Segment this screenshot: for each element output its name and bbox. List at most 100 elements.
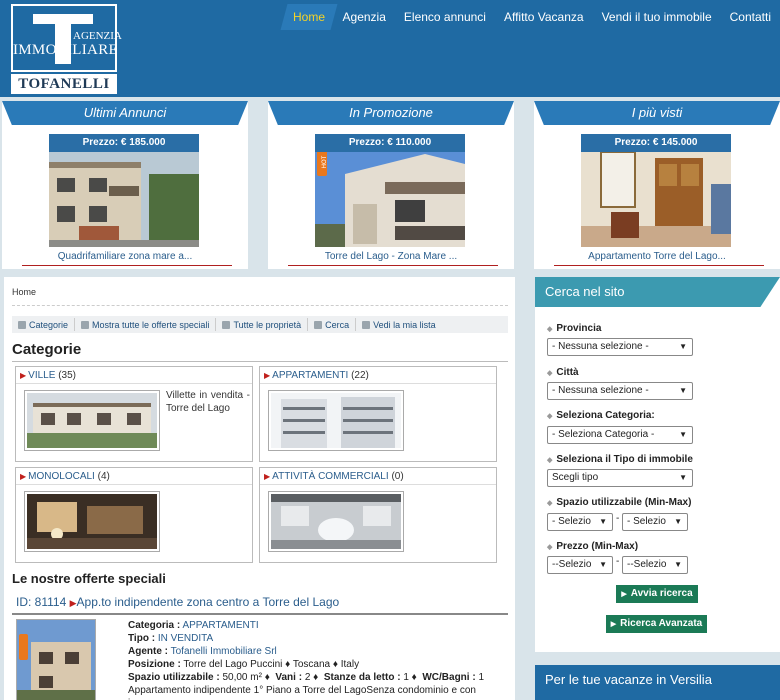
feature-underline (554, 265, 764, 266)
categoria-select[interactable]: - Seleziona Categoria - ▼ (547, 426, 693, 444)
dropdown-arrow-icon: ▼ (599, 517, 607, 526)
category-rule (16, 484, 252, 485)
divider (12, 305, 508, 306)
site-header: AGENZIA IMMOBILIARE TOFANELLI Home Agenz… (0, 0, 780, 97)
offer-tipo[interactable]: IN VENDITA (158, 633, 213, 644)
toolbar-proprieta[interactable]: Tutte le proprietà (216, 318, 309, 331)
feature-piu-visti: I più visti Prezzo: € 145.000 Appartamen… (534, 101, 780, 269)
offer-categoria[interactable]: APPARTAMENTI (182, 620, 258, 631)
category-thumb[interactable] (24, 491, 160, 552)
tipo-select[interactable]: Scegli tipo ▼ (547, 469, 693, 487)
category-thumb[interactable] (268, 491, 404, 552)
breadcrumb[interactable]: Home (12, 287, 36, 297)
category-attivita-commerciali: ▶ ATTIVITÀ COMMERCIALI (0) (259, 467, 497, 563)
feature-ultimi-annunci: Ultimi Annunci Prezzo: € 185.000 Quadrif… (2, 101, 248, 269)
avvia-ricerca-button[interactable]: ▶ Avvia ricerca (616, 585, 698, 603)
search-sidebar: Cerca nel sito ◆ Provincia - Nessuna sele… (535, 277, 780, 652)
category-attivita-link[interactable]: ▶ ATTIVITÀ COMMERCIALI (0) (264, 471, 404, 482)
feature-caption[interactable]: Appartamento Torre del Lago... (534, 251, 780, 262)
prezzo-min-select[interactable]: --Selezio ▼ (547, 556, 613, 574)
studio-thumb-icon (27, 494, 157, 549)
toolbar-offerte[interactable]: Mostra tutte le offerte speciali (75, 318, 217, 331)
category-appartamenti-link[interactable]: ▶ APPARTAMENTI (22) (264, 370, 369, 381)
feature-photo[interactable]: Prezzo: € 145.000 (581, 134, 731, 247)
spazio-min-select[interactable]: - Selezio ▼ (547, 513, 613, 531)
nav-affitto-vacanza[interactable]: Affitto Vacanza (495, 4, 593, 30)
bullet-icon: ◆ (547, 457, 553, 464)
feature-underline (288, 265, 498, 266)
category-thumb[interactable] (268, 390, 404, 451)
dropdown-arrow-icon: ▼ (679, 430, 687, 439)
citta-label: ◆ Città (547, 367, 579, 378)
dropdown-arrow-icon: ▼ (679, 342, 687, 351)
dropdown-arrow-icon: ▼ (679, 473, 687, 482)
nav-agenzia[interactable]: Agenzia (334, 4, 395, 30)
bullet-icon: ◆ (547, 500, 553, 507)
search-title: Cerca nel sito (535, 277, 780, 307)
arrow-icon: ▶ (264, 472, 271, 481)
offer-rule (12, 613, 508, 615)
prezzo-label: ◆ Prezzo (Min-Max) (547, 541, 639, 552)
offer-agente[interactable]: Tofanelli Immobiliare Srl (171, 646, 277, 657)
category-monolocali-link[interactable]: ▶ MONOLOCALI (4) (20, 471, 110, 482)
main-nav: Home Agenzia Elenco annunci Affitto Vaca… (280, 4, 780, 30)
feature-caption[interactable]: Torre del Lago - Zona Mare ... (268, 251, 514, 262)
feature-in-promozione: In Promozione Prezzo: € 110.000 HOT Torr… (268, 101, 514, 269)
nav-home[interactable]: Home (280, 4, 338, 30)
bullet-icon: ◆ (547, 370, 553, 377)
heart-icon (362, 320, 371, 329)
offer-house-icon (17, 620, 95, 700)
categoria-label: ◆ Seleziona Categoria: (547, 410, 655, 421)
category-rule (16, 383, 252, 384)
home-icon (18, 320, 26, 329)
provincia-select[interactable]: - Nessuna selezione - ▼ (547, 338, 693, 356)
category-ville-link[interactable]: ▶ VILLE (35) (20, 370, 76, 381)
offer-photo[interactable] (16, 619, 96, 700)
feature-photo[interactable]: Prezzo: € 185.000 (49, 134, 199, 247)
offer-title[interactable]: ID: 81114 ▶App.to indipendente zona cent… (16, 595, 339, 609)
spazio-max-select[interactable]: - Selezio ▼ (622, 513, 688, 531)
main-content: Home Categorie Mostra tutte le offerte s… (4, 277, 515, 700)
toolbar-cerca[interactable]: Cerca (308, 318, 357, 331)
feature-underline (22, 265, 232, 266)
villa-thumb-icon (27, 393, 157, 448)
categories-heading: Categorie (12, 341, 82, 358)
offers-heading: Le nostre offerte speciali (12, 571, 166, 586)
toolbar-categorie[interactable]: Categorie (12, 318, 76, 331)
prezzo-max-select[interactable]: --Selezio ▼ (622, 556, 688, 574)
svg-text:HOT: HOT (322, 155, 328, 168)
flag-icon (81, 320, 90, 329)
range-dash: - (616, 556, 620, 567)
provincia-label: ◆ Provincia (547, 323, 602, 334)
offer-details: Categoria : APPARTAMENTI Tipo : IN VENDI… (128, 619, 508, 700)
ricerca-avanzata-button[interactable]: ▶ Ricerca Avanzata (606, 615, 707, 633)
vacanze-heading[interactable]: Per le tue vacanze in Versilia (535, 665, 780, 700)
nav-contatti[interactable]: Contatti (721, 4, 780, 30)
category-rule (260, 484, 496, 485)
dropdown-arrow-icon: ▼ (674, 517, 682, 526)
toolbar-mia-lista[interactable]: Vedi la mia lista (356, 318, 442, 331)
logo-name: TOFANELLI (11, 74, 117, 94)
arrow-icon: ▶ (20, 371, 27, 380)
feature-price: Prezzo: € 110.000 (315, 134, 465, 152)
citta-select[interactable]: - Nessuna selezione - ▼ (547, 382, 693, 400)
arrow-right-icon: ▶ (610, 621, 617, 628)
nav-vendi[interactable]: Vendi il tuo immobile (593, 4, 721, 30)
logo-agenzia: AGENZIA (73, 30, 122, 42)
category-thumb[interactable] (24, 390, 160, 451)
feature-price: Prezzo: € 185.000 (49, 134, 199, 152)
tipo-label: ◆ Seleziona il Tipo di immobile (547, 454, 693, 465)
arrow-icon: ▶ (69, 598, 77, 608)
nav-elenco-annunci[interactable]: Elenco annunci (395, 4, 495, 30)
logo[interactable]: AGENZIA IMMOBILIARE TOFANELLI (11, 4, 122, 94)
feature-caption[interactable]: Quadrifamiliare zona mare a... (2, 251, 248, 262)
feature-title: Ultimi Annunci (2, 101, 248, 125)
apartment-thumb-icon (271, 393, 401, 448)
shop-thumb-icon (271, 494, 401, 549)
dropdown-arrow-icon: ▼ (679, 386, 687, 395)
bullet-icon: ◆ (547, 326, 553, 333)
feature-title: I più visti (534, 101, 780, 125)
arrow-icon: ▶ (20, 472, 27, 481)
feature-photo[interactable]: Prezzo: € 110.000 HOT (315, 134, 465, 247)
category-ville: ▶ VILLE (35) Villette in vendita - Torre … (15, 366, 253, 462)
